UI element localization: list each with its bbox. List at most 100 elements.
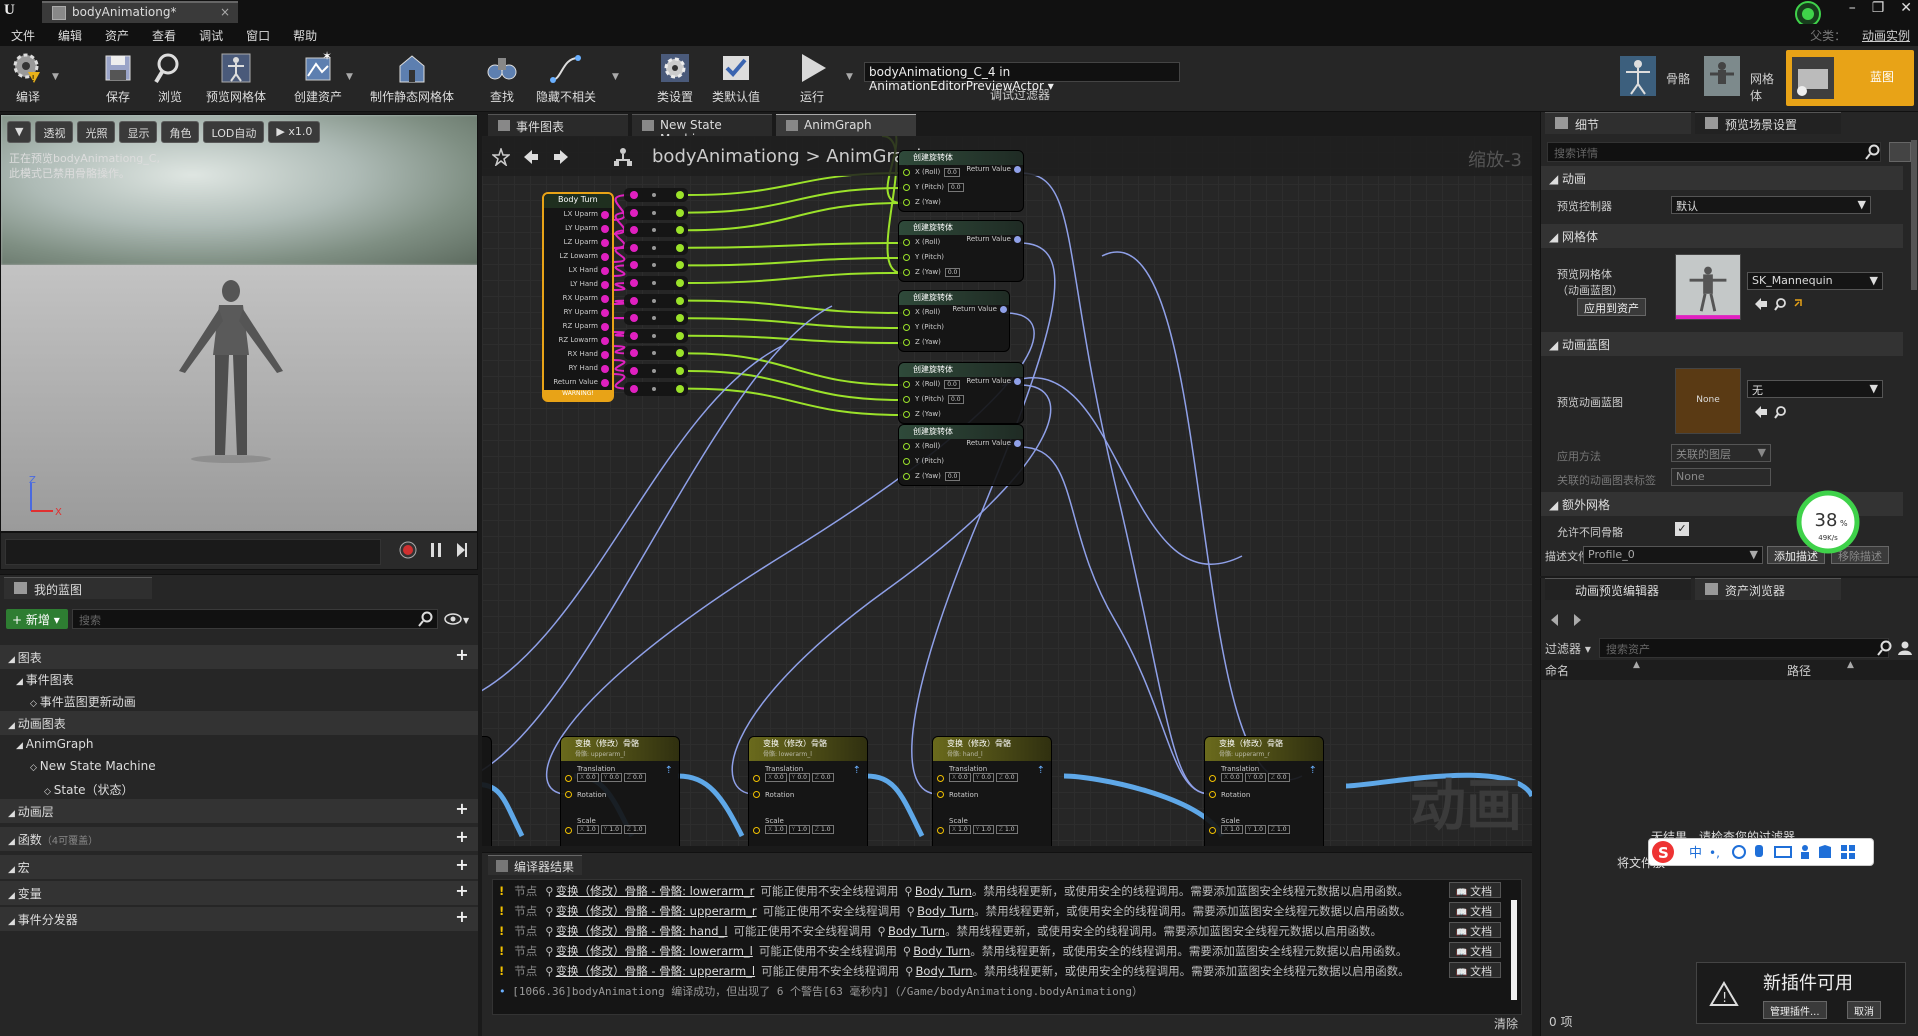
axis-value[interactable]: 0.0 (609, 774, 619, 781)
float-pin-icon[interactable] (903, 339, 910, 346)
axis-value[interactable]: 0.0 (797, 774, 807, 781)
axis-value[interactable]: 1.0 (633, 826, 643, 833)
category-animation[interactable]: ◢ 动画 (1541, 166, 1903, 190)
column-name[interactable]: 命名 (1545, 662, 1569, 679)
reroute-pin-icon[interactable] (652, 228, 656, 233)
output-pin[interactable]: LX Uparm (544, 208, 612, 222)
rotator-input-pin[interactable]: Y (Pitch) (899, 320, 1009, 335)
reroute-pin-icon[interactable] (652, 386, 656, 391)
documentation-button[interactable]: 📖 文档 (1449, 922, 1501, 938)
tree-category[interactable]: ◢ 变量 + (0, 881, 478, 905)
tree-expander-icon[interactable]: ◢ (8, 655, 18, 665)
axis-value[interactable]: 1.0 (958, 826, 968, 833)
pin-connector-icon[interactable] (601, 379, 609, 387)
playback-speed-button[interactable]: ▶ x1.0 (268, 121, 321, 143)
reroute-pin-icon[interactable] (676, 226, 684, 235)
output-pin[interactable]: RY Hand (544, 362, 612, 376)
axis-value[interactable]: 1.0 (1005, 826, 1015, 833)
input-method-toolbar[interactable]: S 中 •, (1648, 838, 1874, 866)
float-pin-icon[interactable] (903, 309, 910, 316)
vector-component-field[interactable]: X 0.0 (949, 773, 971, 782)
pin-connector-icon[interactable] (601, 267, 609, 275)
menu-help[interactable]: 帮助 (282, 24, 329, 44)
reroute-pin-icon[interactable] (652, 193, 656, 197)
tree-category[interactable]: ◢ 函数（4可覆盖） + (0, 827, 478, 851)
menu-file[interactable]: 文件 (0, 24, 47, 44)
tree-category[interactable]: ◢ 图表 + (0, 645, 478, 669)
body-turn-node[interactable]: Body Turn LX Uparm LY Uparm LZ Uparm LZ Low… (542, 192, 614, 402)
rotator-input-pin[interactable]: Y (Pitch) 0.0 (899, 180, 1023, 195)
reroute-pin-icon[interactable] (630, 243, 638, 252)
pin-connector-icon[interactable] (601, 337, 609, 345)
pin-connector-icon[interactable] (601, 253, 609, 261)
maximize-icon[interactable]: ❐ (1872, 0, 1885, 16)
axis-value[interactable]: 1.0 (586, 826, 596, 833)
reroute-pin-icon[interactable] (652, 316, 656, 321)
vector-component-field[interactable]: Y 1.0 (1244, 825, 1266, 834)
pose-output-pin-icon[interactable]: ⇡ (1309, 765, 1317, 776)
output-pin[interactable]: RZ Uparm (544, 320, 612, 334)
rotator-default-value[interactable]: 0.0 (944, 168, 960, 177)
class-settings-button[interactable]: 类设置 (650, 50, 700, 110)
reroute-node[interactable] (624, 328, 688, 343)
rotator-default-value[interactable]: 0.0 (948, 395, 964, 404)
make-rotator-node[interactable]: 创建旋转体 X (Roll) 0.0 Return Value Y (Pitch) 0.0… (898, 362, 1024, 424)
vector-component-field[interactable]: Y 0.0 (1244, 773, 1266, 782)
rotator-wire[interactable] (482, 345, 783, 696)
favorite-star-icon[interactable] (492, 148, 510, 166)
axis-value[interactable]: 0.0 (1005, 774, 1015, 781)
reroute-pin-icon[interactable] (652, 245, 656, 250)
pin-connector-icon[interactable] (601, 281, 609, 289)
mode-skeleton-button[interactable]: 骨骼 (1618, 54, 1698, 102)
tree-category[interactable]: ◢ 动画层 + (0, 799, 478, 823)
tree-item[interactable]: ◇ State（状态） (0, 777, 478, 801)
asset-browser-tab[interactable]: 资产浏览器 (1695, 578, 1841, 600)
modify-bone-node[interactable]: 变换（修改）骨骼 骨骼: hand_l Translation X 0.0 Y 0.0 Z 0.… (932, 736, 1052, 846)
find-node-icon[interactable]: ⚲ (545, 924, 553, 938)
graph-wire[interactable] (687, 202, 903, 232)
graph-wire[interactable] (687, 387, 903, 416)
bone-input-pin[interactable]: Scale X 1.0 Y 1.0 Z 1.0 (561, 813, 679, 839)
struct-pin-icon[interactable] (937, 791, 944, 798)
reroute-node[interactable] (624, 258, 688, 273)
tab-state-machine[interactable]: New State Machine (632, 114, 772, 146)
reroute-pin-icon[interactable] (630, 314, 638, 323)
reroute-pin-icon[interactable] (676, 208, 684, 217)
function-link[interactable]: Body Turn (888, 924, 945, 938)
vector-component-field[interactable]: Y 1.0 (788, 825, 810, 834)
compile-button[interactable]: ! 编译 (6, 50, 50, 110)
pin-connector-icon[interactable] (601, 365, 609, 373)
output-pin[interactable]: RY Uparm (544, 306, 612, 320)
vector-component-field[interactable]: Z 0.0 (995, 773, 1018, 782)
bone-input-pin[interactable]: Scale X 1.0 Y 1.0 Z 1.0 (933, 813, 1051, 839)
struct-pin-icon[interactable] (565, 827, 572, 834)
reroute-pin-icon[interactable] (630, 279, 638, 287)
graph-wire[interactable] (687, 187, 903, 214)
parent-class-link[interactable]: 动画实例 (1862, 29, 1910, 43)
output-pin[interactable]: LZ Uparm (544, 236, 612, 250)
reroute-pin-icon[interactable] (652, 333, 656, 338)
pose-output-pin-icon[interactable]: ⇡ (1037, 765, 1045, 776)
compiler-warning-row[interactable]: ! 节点 ⚲ 变换（修改）骨骼 - 骨骼: lowerarm_l 可能正使用不安全线程调… (493, 940, 1521, 960)
close-window-icon[interactable]: ✕ (1900, 0, 1912, 16)
vector-component-field[interactable]: Y 1.0 (972, 825, 994, 834)
my-blueprint-search-input[interactable]: 搜索 (72, 609, 438, 629)
pause-icon[interactable] (429, 541, 443, 559)
graph-wire[interactable] (687, 334, 903, 344)
timeline-scrubber[interactable] (5, 539, 381, 565)
axis-value[interactable]: 1.0 (1230, 826, 1240, 833)
allow-diff-bones-checkbox[interactable]: ✓ (1675, 522, 1689, 536)
rotator-input-pin[interactable]: Y (Pitch) (899, 250, 1023, 265)
float-pin-icon[interactable] (903, 396, 910, 403)
rotator-input-pin[interactable]: Z (Yaw) 0.0 (899, 265, 1023, 280)
output-pin[interactable]: RX Uparm (544, 292, 612, 306)
function-link[interactable]: Body Turn (916, 964, 973, 978)
history-back-icon[interactable] (1551, 614, 1558, 626)
minimize-icon[interactable]: – (1849, 0, 1856, 16)
axis-value[interactable]: 0.0 (633, 774, 643, 781)
compile-dropdown-icon[interactable]: ▼ (52, 72, 59, 82)
rotator-default-value[interactable]: 0.0 (948, 183, 964, 192)
pin-connector-icon[interactable] (601, 309, 609, 317)
details-search-icon[interactable] (1865, 144, 1881, 160)
rotator-output-pin-icon[interactable] (1014, 236, 1021, 243)
